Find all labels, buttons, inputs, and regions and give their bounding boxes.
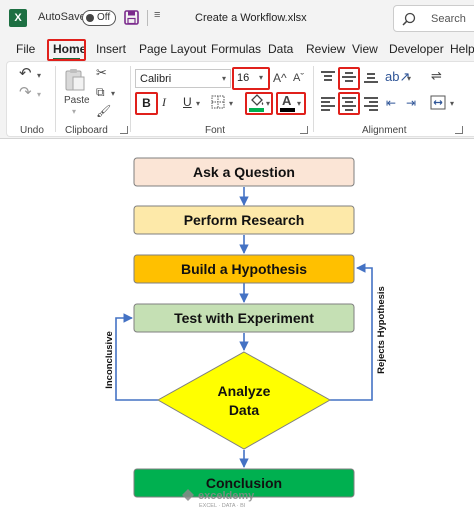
tab-file[interactable]: File (16, 42, 35, 56)
step-test-experiment-label: Test with Experiment (174, 310, 314, 326)
save-icon[interactable] (124, 10, 139, 25)
autosave-state: Off (97, 12, 111, 23)
step-build-hypothesis-label: Build a Hypothesis (181, 261, 307, 277)
group-separator (55, 66, 56, 132)
align-left-icon[interactable] (321, 96, 335, 111)
font-name-combo[interactable]: Calibri ▾ (135, 69, 231, 88)
inconclusive-label: Inconclusive (104, 331, 115, 389)
font-group-label: Font (205, 125, 226, 136)
paste-icon[interactable] (64, 68, 86, 92)
tab-page-layout[interactable]: Page Layout (139, 42, 206, 56)
customize-qat-icon[interactable]: ≡ (154, 9, 160, 21)
autosave-label: AutoSave (38, 11, 86, 23)
highlight-fill-color (245, 92, 273, 115)
font-launcher-icon[interactable] (300, 126, 308, 134)
toggle-knob-icon (86, 14, 94, 22)
highlight-middle-align (338, 67, 360, 90)
borders-icon[interactable] (211, 95, 225, 109)
undo-dropdown-icon[interactable]: ▾ (37, 71, 41, 80)
group-separator (313, 66, 314, 132)
borders-dropdown-icon[interactable]: ▾ (229, 99, 233, 108)
font-name-value: Calibri (140, 73, 172, 85)
undo-group-label: Undo (20, 125, 44, 136)
tab-developer[interactable]: Developer (389, 42, 444, 56)
orientation-dropdown-icon[interactable]: ▾ (407, 74, 411, 83)
title-divider (147, 10, 148, 26)
title-bar: X AutoSave Off ≡ Create a Workflow.xlsx … (0, 0, 474, 37)
tab-data[interactable]: Data (268, 42, 293, 56)
increase-indent-icon[interactable]: ⇥ (406, 96, 416, 110)
paste-label[interactable]: Paste (64, 95, 90, 106)
autosave-toggle[interactable]: Off (82, 10, 116, 26)
search-icon (402, 12, 416, 26)
grow-font-icon[interactable]: A^ (273, 71, 287, 85)
workflow-diagram: Ask a Question Perform Research Build a … (104, 157, 387, 509)
tab-insert[interactable]: Insert (96, 42, 126, 56)
alignment-group-label: Alignment (362, 125, 407, 136)
tab-view[interactable]: View (352, 42, 378, 56)
highlight-font-color (276, 92, 306, 115)
highlight-font-size (232, 67, 270, 90)
copy-dropdown-icon[interactable]: ▾ (111, 89, 115, 98)
cut-icon[interactable]: ✂ (96, 66, 107, 80)
excel-logo-icon: X (9, 9, 27, 27)
file-title: Create a Workflow.xlsx (195, 12, 307, 24)
highlight-home-tab (47, 39, 86, 61)
step-ask-question-label: Ask a Question (193, 164, 295, 180)
highlight-align-center (338, 92, 360, 115)
merge-center-icon[interactable] (430, 95, 446, 110)
decision-line-1: Analyze (218, 383, 271, 399)
watermark-tagline: EXCEL · DATA · BI (199, 503, 246, 509)
clipboard-launcher-icon[interactable] (120, 126, 128, 134)
underline-dropdown-icon[interactable]: ▾ (196, 99, 200, 108)
search-box[interactable]: Search (393, 5, 474, 32)
tab-formulas[interactable]: Formulas (211, 42, 261, 56)
copy-icon[interactable]: ⧉ (96, 85, 105, 99)
font-name-dropdown-icon[interactable]: ▾ (222, 74, 226, 83)
decrease-indent-icon[interactable]: ⇤ (386, 96, 396, 110)
top-align-icon[interactable] (321, 70, 335, 84)
undo-icon[interactable]: ↶ (19, 66, 32, 81)
decision-line-2: Data (229, 402, 260, 418)
rejects-hypothesis-label: Rejects Hypothesis (376, 286, 387, 374)
redo-icon[interactable]: ↷ (19, 85, 32, 100)
step-conclusion-label: Conclusion (206, 475, 282, 491)
decision-analyze-data (156, 351, 332, 450)
underline-button[interactable]: U (183, 95, 192, 109)
merge-dropdown-icon[interactable]: ▾ (450, 99, 454, 108)
paste-dropdown-icon[interactable]: ▾ (72, 107, 76, 116)
clipboard-group-label: Clipboard (65, 125, 108, 136)
ribbon-tab-bar: File Home Insert Page Layout Formulas Da… (0, 37, 474, 61)
wrap-text-icon[interactable]: ⇌ (431, 69, 442, 83)
bottom-align-icon[interactable] (364, 70, 378, 84)
tab-review[interactable]: Review (306, 42, 345, 56)
shrink-font-icon[interactable]: Aˇ (293, 71, 304, 85)
italic-button[interactable]: I (162, 95, 166, 110)
group-separator (130, 66, 131, 132)
arrow-rejects-loop (330, 263, 373, 401)
alignment-launcher-icon[interactable] (455, 126, 463, 134)
align-right-icon[interactable] (364, 96, 378, 111)
watermark-name: exceldemy (198, 490, 255, 502)
tab-help[interactable]: Help (450, 42, 474, 56)
search-placeholder: Search (431, 13, 466, 25)
highlight-bold-button (135, 92, 158, 115)
redo-dropdown-icon[interactable]: ▾ (37, 90, 41, 99)
format-painter-icon[interactable]: 🖌 (96, 104, 111, 118)
step-perform-research-label: Perform Research (184, 212, 305, 228)
